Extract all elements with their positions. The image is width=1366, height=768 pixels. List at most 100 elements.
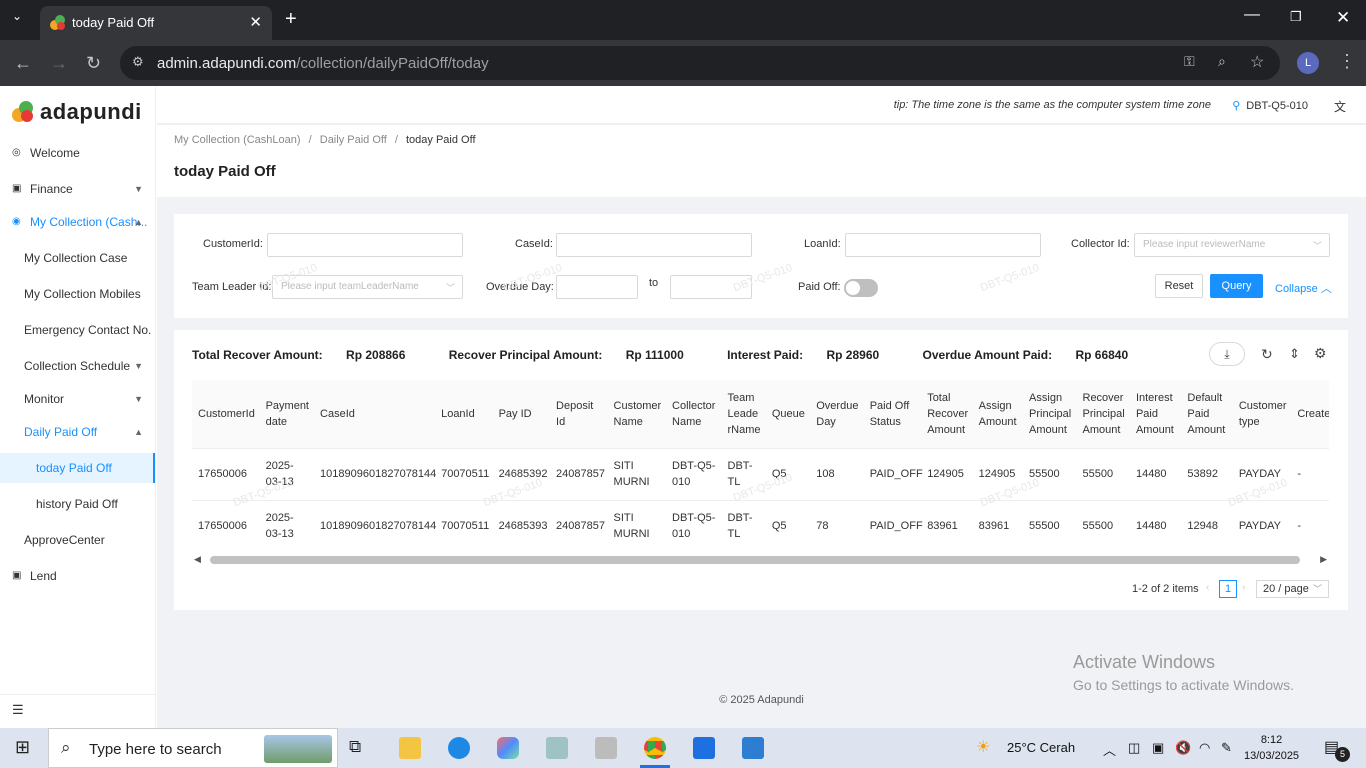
column-header[interactable]: Overdue Day [810, 380, 864, 449]
column-header[interactable]: Customer type [1232, 380, 1292, 449]
column-header[interactable]: CustomerId [192, 380, 260, 449]
column-header[interactable]: Paid Off Status [863, 380, 922, 449]
column-header[interactable]: Assign Principal Amount [1023, 380, 1077, 449]
settings-gear-icon[interactable]: ⚙ [1314, 345, 1327, 362]
sidebar-item-my-collection[interactable]: ◉ My Collection (Cash... ▲ [0, 207, 155, 237]
column-header[interactable]: Collector Name [666, 380, 722, 449]
zoom-icon[interactable]: ⌕ [1218, 53, 1226, 70]
profile-avatar[interactable]: L [1297, 52, 1319, 74]
breadcrumb-item[interactable]: Daily Paid Off [320, 134, 387, 146]
file-explorer-icon[interactable] [399, 737, 421, 759]
forward-icon[interactable]: → [50, 53, 68, 74]
column-header[interactable]: Default Paid Amount [1181, 380, 1233, 449]
collector-id-select[interactable]: Please input reviewerName ﹀ [1134, 233, 1330, 257]
loan-id-input[interactable] [845, 233, 1041, 257]
input-method-icon[interactable]: ✎ [1221, 740, 1232, 756]
sidebar-item-my-collection-mobiles[interactable]: My Collection Mobiles [0, 279, 155, 309]
new-tab-icon[interactable]: + [285, 8, 297, 31]
breadcrumb-item[interactable]: My Collection (CashLoan) [174, 134, 301, 146]
download-button[interactable]: ⤓ [1209, 342, 1245, 366]
column-header[interactable]: CreateTim [1291, 380, 1329, 449]
case-id-input[interactable] [556, 233, 752, 257]
window-close-icon[interactable]: ✕ [1336, 8, 1350, 28]
menu-fold-icon[interactable]: ☰ [12, 702, 24, 718]
column-header[interactable]: Total Recover Amount [921, 380, 973, 449]
browser-tab[interactable]: today Paid Off ✕ [40, 6, 272, 40]
column-header[interactable]: Team Leade rName [721, 380, 766, 449]
sidebar-item-history-paid-off[interactable]: history Paid Off [0, 489, 155, 519]
weather-icon[interactable]: ☀ [976, 737, 990, 757]
column-height-icon[interactable]: ⇕ [1289, 346, 1300, 362]
sidebar-item-finance[interactable]: ▣ Finance ▼ [0, 174, 155, 204]
chrome-icon[interactable] [644, 737, 666, 759]
app-icon[interactable] [693, 737, 715, 759]
clock[interactable]: 8:12 13/03/2025 [1244, 732, 1299, 764]
user-menu[interactable]: ⚲ DBT-Q5-010 [1232, 99, 1308, 112]
weather-text[interactable]: 25°C Cerah [1007, 740, 1075, 755]
column-header[interactable]: LoanId [435, 380, 493, 449]
taskbar-search[interactable]: ⌕ Type here to search [48, 728, 338, 768]
sidebar-item-lend[interactable]: ▣ Lend [0, 561, 155, 591]
sidebar-item-emergency-contact[interactable]: Emergency Contact No. [0, 315, 155, 345]
table-row[interactable]: 17650006 2025-03-13 1018909601827078144 700… [192, 448, 1329, 501]
browser-menu-icon[interactable]: ⋮ [1338, 51, 1356, 72]
calculator-icon[interactable] [595, 737, 617, 759]
tab-search-icon[interactable]: ⌄ [12, 9, 22, 23]
tab-close-icon[interactable]: ✕ [249, 13, 262, 31]
column-header[interactable]: Pay ID [492, 380, 551, 449]
page-number-button[interactable]: 1 [1219, 580, 1237, 598]
reset-button[interactable]: Reset [1155, 274, 1203, 298]
windows-start-icon[interactable]: ⊞ [15, 737, 30, 758]
app-icon[interactable] [546, 737, 568, 759]
back-icon[interactable]: ← [14, 53, 32, 74]
column-header[interactable]: Payment date [259, 380, 315, 449]
collapse-button[interactable]: Collapse ︿ [1275, 280, 1332, 296]
query-button[interactable]: Query [1210, 274, 1263, 298]
sidebar-item-welcome[interactable]: ◎ Welcome [0, 138, 155, 168]
horizontal-scrollbar[interactable]: ◀ ▶ [192, 554, 1329, 565]
overdue-day-from-input[interactable] [556, 275, 638, 299]
prev-page-icon[interactable]: ‹ [1206, 582, 1209, 593]
column-header[interactable]: Deposit Id [550, 380, 608, 449]
sidebar-item-collection-schedule[interactable]: Collection Schedule ▼ [0, 351, 155, 381]
copilot-icon[interactable] [497, 737, 519, 759]
task-view-icon[interactable]: ⧉ [349, 737, 371, 759]
customer-id-input[interactable] [267, 233, 463, 257]
page-size-select[interactable]: 20 / page ﹀ [1256, 580, 1329, 598]
sidebar-item-approve-center[interactable]: ApproveCenter [0, 525, 155, 555]
table-row[interactable]: 17650006 2025-03-13 1018909601827078144 700… [192, 500, 1329, 552]
reload-icon[interactable]: ↻ [86, 53, 101, 74]
sidebar-item-monitor[interactable]: Monitor ▼ [0, 384, 155, 414]
meet-icon[interactable]: ◫ [1128, 740, 1140, 756]
column-header[interactable]: CaseId [314, 380, 436, 449]
column-header[interactable]: Assign Amount [972, 380, 1024, 449]
remote-desktop-icon[interactable] [742, 737, 764, 759]
phone-link-icon[interactable] [448, 737, 470, 759]
scroll-right-icon[interactable]: ▶ [1320, 554, 1327, 565]
sidebar-item-daily-paid-off[interactable]: Daily Paid Off ▲ [0, 417, 155, 447]
scroll-left-icon[interactable]: ◀ [194, 554, 201, 565]
paid-off-toggle[interactable] [844, 279, 878, 297]
next-page-icon[interactable]: › [1242, 582, 1245, 593]
refresh-icon[interactable]: ↻ [1261, 346, 1273, 363]
minimize-icon[interactable]: — [1244, 6, 1260, 24]
password-key-icon[interactable]: ⚿ [1184, 53, 1195, 70]
overdue-day-to-input[interactable] [670, 275, 752, 299]
column-header[interactable]: Recover Principal Amount [1076, 380, 1130, 449]
translate-icon[interactable]: 文 [1334, 98, 1346, 115]
bookmark-star-icon[interactable]: ☆ [1250, 52, 1264, 72]
column-header[interactable]: Customer Name [607, 380, 667, 449]
sidebar-item-my-collection-case[interactable]: My Collection Case [0, 243, 155, 273]
update-icon[interactable]: ▣ [1152, 740, 1164, 756]
site-info-icon[interactable]: ⚙ [132, 54, 144, 70]
team-leader-select[interactable]: Please input teamLeaderName ﹀ [272, 275, 463, 299]
scrollbar-thumb[interactable] [210, 556, 1300, 564]
restore-icon[interactable]: ❐ [1290, 9, 1302, 25]
logo[interactable]: adapundi [12, 99, 142, 125]
address-bar[interactable]: ⚙ admin.adapundi.com/collection/dailyPai… [120, 46, 1280, 80]
wifi-icon[interactable]: ◠ [1199, 740, 1210, 756]
column-header[interactable]: Interest Paid Amount [1129, 380, 1182, 449]
chevron-up-icon[interactable]: ︿ [1103, 740, 1116, 759]
sidebar-item-today-paid-off[interactable]: today Paid Off [0, 453, 155, 483]
volume-mute-icon[interactable]: 🔇 [1175, 740, 1191, 756]
